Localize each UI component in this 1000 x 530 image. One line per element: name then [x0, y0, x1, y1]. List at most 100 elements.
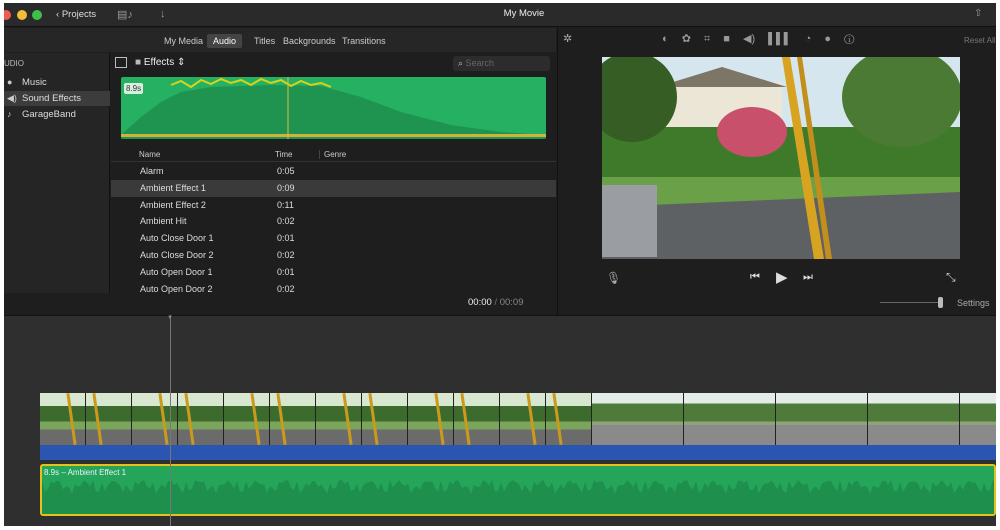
filmstrip-thumbnail	[868, 393, 960, 445]
table-header: Name Time Genre	[111, 146, 556, 162]
color-palette-icon[interactable]: ✿	[682, 33, 691, 45]
window-title: My Movie	[4, 8, 996, 19]
filmstrip-thumbnail	[454, 393, 500, 445]
table-row[interactable]: Alarm 0:05	[111, 163, 556, 180]
skip-back-button[interactable]: ⏮︎	[750, 271, 760, 284]
sound-time: 0:11	[277, 197, 294, 214]
settings-button[interactable]: Settings	[957, 298, 990, 308]
sound-time: 0:05	[277, 163, 295, 180]
title-bar: ‹ Projects ▤♪ ↓ My Movie ⇧	[4, 3, 996, 27]
pole-graphic	[158, 393, 168, 445]
tab-transitions[interactable]: Transitions	[336, 34, 392, 48]
updown-chevron-icon: ⇕	[177, 57, 185, 68]
filmstrip-thumbnail	[224, 393, 270, 445]
timeline-zoom-slider[interactable]	[880, 302, 938, 303]
filmstrip-thumbnail	[270, 393, 316, 445]
sidebar-header: UDIO	[4, 59, 24, 68]
speaker-icon: ◀)	[7, 91, 17, 106]
sound-name: Alarm	[140, 163, 164, 180]
table-row[interactable]: Ambient Effect 10:09	[111, 180, 556, 197]
filmstrip-thumbnail	[362, 393, 408, 445]
sound-name: Auto Open Door 2	[140, 281, 213, 298]
folder-selector[interactable]: ■ Effects ⇕	[135, 57, 185, 68]
pole-graphic	[276, 393, 286, 445]
play-button[interactable]: ▶	[776, 268, 788, 286]
filmstrip-thumbnail	[132, 393, 178, 445]
sound-name: Auto Close Door 1	[140, 230, 214, 247]
sound-name: Auto Open Door 1	[140, 264, 213, 281]
pole-graphic	[342, 393, 352, 445]
column-name[interactable]: Name	[139, 150, 160, 159]
sound-time: 0:02	[277, 213, 295, 230]
filmstrip-thumbnail	[546, 393, 592, 445]
video-clip-filmstrip[interactable]	[40, 393, 996, 445]
sound-time: 0:09	[277, 180, 295, 197]
sound-name: Ambient Effect 2	[140, 197, 206, 214]
stabilization-icon[interactable]: ■	[723, 33, 730, 45]
tab-backgrounds[interactable]: Backgrounds	[277, 34, 342, 48]
speed-icon[interactable]: ◔	[805, 33, 812, 45]
pole-graphic	[250, 393, 260, 445]
share-icon[interactable]: ⇧	[974, 8, 982, 19]
color-balance-icon[interactable]: ◐	[662, 33, 669, 45]
equalizer-icon[interactable]: ▌▌▌	[768, 33, 791, 45]
preview-duration-badge: 8.9s	[124, 83, 143, 94]
table-row[interactable]: Auto Close Door 10:01	[111, 230, 556, 247]
playhead[interactable]	[170, 315, 171, 526]
microphone-icon[interactable]: 🎙︎	[606, 271, 621, 285]
skip-forward-button[interactable]: ⏭︎	[803, 271, 813, 284]
pole-graphic	[434, 393, 444, 445]
waveform-graphic	[121, 77, 546, 139]
filmstrip-thumbnail	[316, 393, 362, 445]
sidebar-item-music[interactable]: ●Music	[4, 75, 110, 90]
folder-icon: ■	[135, 57, 141, 68]
filmstrip-thumbnail	[684, 393, 776, 445]
filmstrip-thumbnail	[500, 393, 546, 445]
table-row[interactable]: Auto Open Door 20:02	[111, 281, 556, 298]
sidebar-item-garageband[interactable]: ♪GarageBand	[4, 107, 110, 122]
pole-graphic	[66, 393, 76, 445]
table-row[interactable]: Ambient Hit 0:02	[111, 213, 556, 230]
browser-tabs: My Media Audio Titles Backgrounds Transi…	[4, 28, 556, 52]
pole-graphic	[184, 393, 194, 445]
pole-graphic	[526, 393, 536, 445]
filmstrip-thumbnail	[960, 393, 996, 445]
reset-all-button[interactable]: Reset All	[964, 36, 996, 45]
info-icon[interactable]: ⓘ	[844, 33, 854, 45]
audio-clip-label: 8.9s – Ambient Effect 1	[44, 468, 126, 477]
fullscreen-icon[interactable]: ⤡	[946, 270, 956, 285]
table-row[interactable]: Auto Close Door 20:02	[111, 247, 556, 264]
video-audio-strip[interactable]	[40, 445, 996, 460]
zoom-slider-handle[interactable]	[938, 297, 943, 308]
audio-clip[interactable]: 8.9s – Ambient Effect 1	[40, 464, 996, 516]
filmstrip-thumbnail	[40, 393, 86, 445]
search-icon: ⌕	[458, 58, 466, 68]
audio-preview-waveform[interactable]: 8.9s	[121, 77, 546, 139]
filmstrip-thumbnail	[408, 393, 454, 445]
crop-icon[interactable]: ⌗	[704, 33, 710, 45]
sound-time: 0:01	[277, 264, 295, 281]
tab-audio[interactable]: Audio	[207, 34, 242, 48]
video-preview	[602, 57, 960, 259]
audio-clip-waveform	[42, 466, 996, 514]
timecode: 00:00 / 00:09	[468, 297, 523, 308]
search-input[interactable]: ⌕ Search	[453, 56, 550, 71]
sound-name: Ambient Hit	[140, 213, 187, 230]
imovie-window: ‹ Projects ▤♪ ↓ My Movie ⇧ My Media Audi…	[4, 3, 996, 526]
magic-wand-icon[interactable]: ✲	[563, 32, 572, 45]
filmstrip-thumbnail	[178, 393, 224, 445]
total-time: 00:09	[500, 297, 524, 308]
filmstrip-thumbnail	[592, 393, 684, 445]
audio-sidebar: UDIO ●Music ◀)Sound Effects ♪GarageBand	[4, 53, 110, 293]
tab-my-media[interactable]: My Media	[158, 34, 209, 48]
filmstrip-thumbnail	[86, 393, 132, 445]
sound-name: Auto Close Door 2	[140, 247, 214, 264]
column-genre[interactable]: Genre	[319, 150, 346, 159]
column-time[interactable]: Time	[275, 150, 292, 159]
sidebar-item-sound-effects[interactable]: ◀)Sound Effects	[4, 91, 110, 106]
toggle-sidebar-icon[interactable]	[115, 57, 127, 68]
table-row[interactable]: Auto Open Door 1 0:01	[111, 264, 556, 281]
volume-icon[interactable]: ◀)	[743, 33, 755, 45]
filter-icon[interactable]: ●	[824, 33, 831, 45]
table-row[interactable]: Ambient Effect 2 0:11	[111, 197, 556, 214]
